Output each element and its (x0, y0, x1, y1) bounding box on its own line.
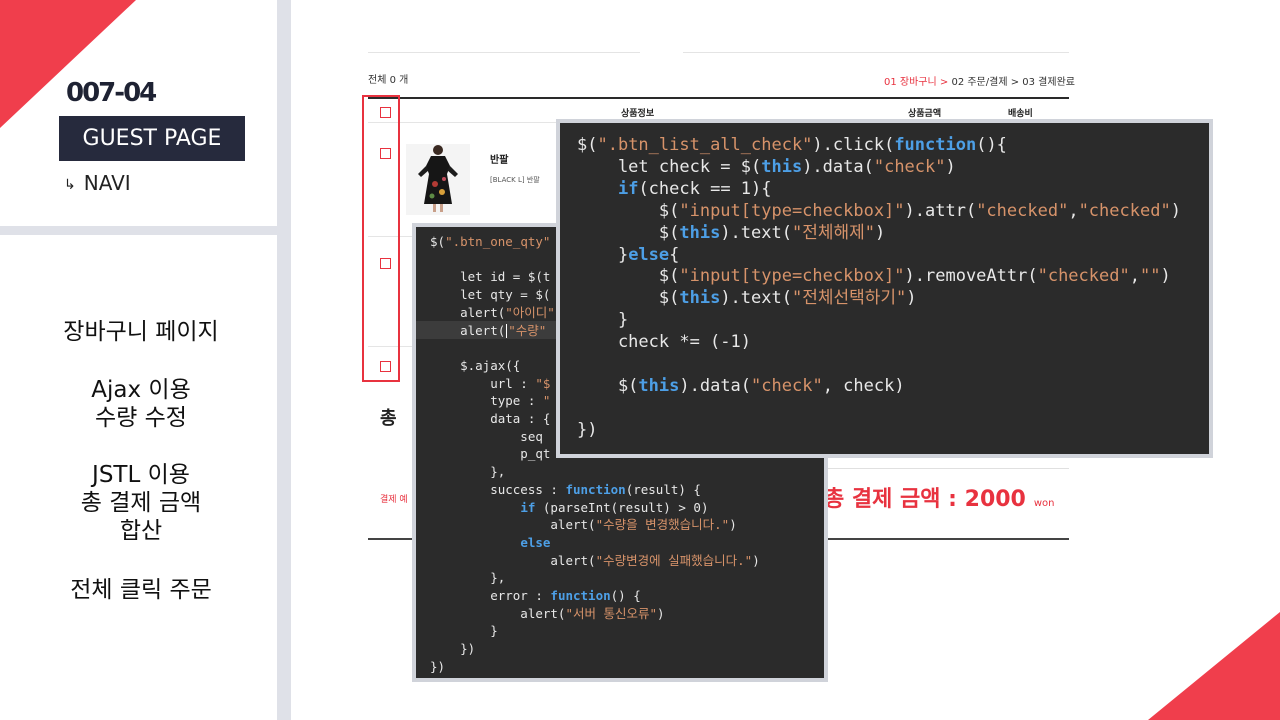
step-complete: 03 결제완료 (1022, 77, 1075, 88)
feature-order-all: 전체 클릭 주문 (70, 577, 212, 603)
grand-total: 총 결제 금액 : 2000 won (824, 481, 1055, 513)
code-snippet-select-all: $(".btn_list_all_check").click(function(… (556, 119, 1213, 458)
order-steps: 01 장바구니 > 02 주문/결제 > 03 결제완료 (884, 73, 1075, 88)
product-option: [BLACK L] 반팔 (490, 176, 540, 184)
step-order: 02 주문/결제 > (951, 77, 1020, 88)
navi-text: NAVI (83, 171, 131, 195)
feature-cart-page: 장바구니 페이지 (63, 319, 219, 345)
corner-triangle-bottom-right (1148, 612, 1280, 720)
slide-number: 007-04 (66, 78, 157, 108)
total-label-partial: 총 (380, 408, 397, 429)
corner-triangle-top-left (0, 0, 136, 128)
cart-top-divider (368, 52, 640, 53)
guest-page-badge: GUEST PAGE (59, 116, 245, 161)
cart-top-divider (683, 52, 1069, 53)
product-image[interactable] (406, 144, 470, 215)
checkbox-column-highlight (362, 95, 400, 382)
feature-jstl-total: JSTL 이용 총 결제 금액 합산 (80, 462, 202, 544)
navi-label: ↳ NAVI (64, 171, 131, 195)
column-product-info: 상품정보 (621, 109, 655, 119)
payment-label-partial: 결제 예 (380, 495, 408, 505)
dress-icon (406, 144, 470, 215)
cart-item-count: 전체 0 개 (368, 75, 409, 86)
step-cart: 01 장바구니 > (884, 77, 949, 88)
return-arrow-icon: ↳ (64, 177, 76, 193)
feature-ajax-qty: Ajax 이용 수량 수정 (91, 377, 191, 431)
column-product-price: 상품금액 (908, 109, 942, 119)
column-shipping: 배송비 (1008, 109, 1033, 119)
currency-label: won (1033, 498, 1055, 509)
cart-header-divider (368, 97, 1069, 99)
grand-total-value: 총 결제 금액 : 2000 (824, 487, 1026, 512)
summary-divider (824, 468, 1069, 469)
product-name[interactable]: 반팔 (490, 151, 508, 166)
